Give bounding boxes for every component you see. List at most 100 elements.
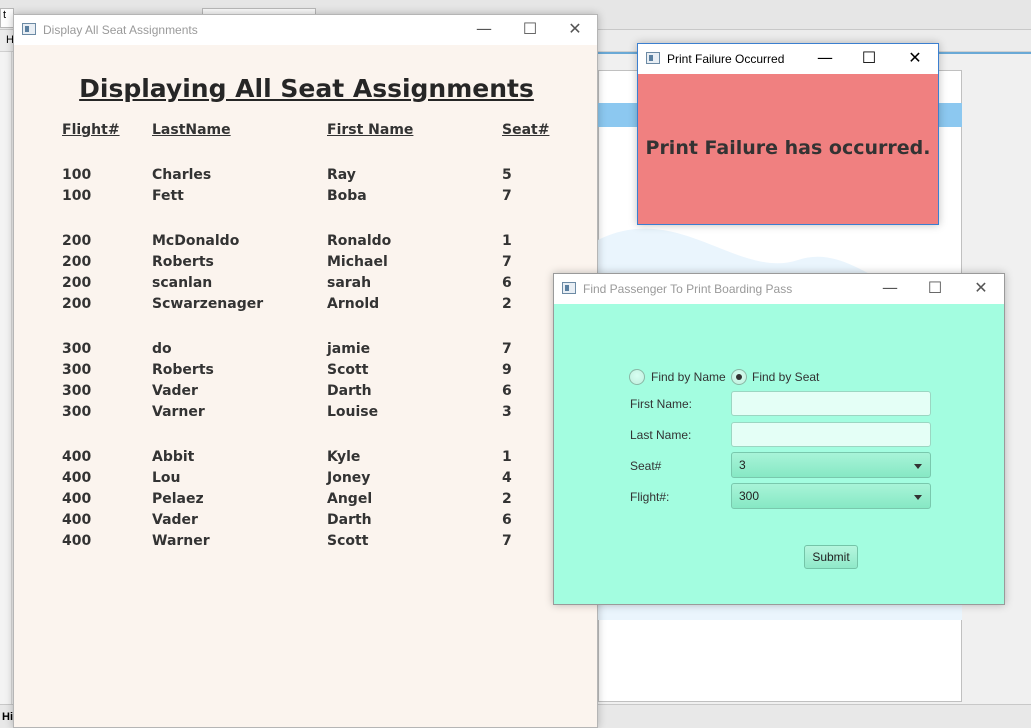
title-bar[interactable]: Print Failure Occurred — ☐ ✕ [638,44,938,74]
cell-first: Arnold [327,296,380,312]
cell-flight: 400 [62,533,92,549]
seat-assignments-window: Display All Seat Assignments — ☐ ✕ Displ… [13,14,598,728]
column-header-flight: Flight# [62,122,120,138]
app-icon [562,282,576,294]
cell-last: Roberts [152,254,214,270]
column-header-last-name: LastName [152,122,231,138]
background-tab-label: t [3,9,7,21]
cell-flight: 200 [62,275,92,291]
cell-last: Fett [152,188,184,204]
find-by-seat-radio[interactable] [731,369,747,385]
seat-label: Seat# [630,459,662,473]
cell-flight: 300 [62,383,92,399]
cell-last: McDonaldo [152,233,240,249]
cell-flight: 200 [62,296,92,312]
seat-select[interactable]: 3 [731,452,931,478]
last-name-field[interactable] [731,422,931,447]
first-name-label: First Name: [630,397,693,411]
dropdown-arrow-icon [914,495,922,500]
title-bar[interactable]: Find Passenger To Print Boarding Pass — … [554,274,1004,304]
error-message: Print Failure has occurred. [645,137,931,159]
cell-flight: 200 [62,254,92,270]
app-icon [22,23,36,35]
column-header-first-name: First Name [327,122,414,138]
print-failure-window: Print Failure Occurred — ☐ ✕ Print Failu… [637,43,939,225]
seat-assignments-content: Displaying All Seat Assignments Flight# … [14,45,597,727]
find-passenger-window: Find Passenger To Print Boarding Pass — … [553,273,1005,605]
cell-flight: 400 [62,470,92,486]
close-button[interactable]: ✕ [958,274,1004,304]
find-by-seat-label[interactable]: Find by Seat [752,370,819,384]
maximize-button[interactable]: ☐ [846,44,892,74]
find-by-name-label[interactable]: Find by Name [651,370,726,384]
cell-flight: 400 [62,512,92,528]
cell-last: Vader [152,383,198,399]
submit-button[interactable]: Submit [804,545,858,569]
cell-first: Darth [327,512,372,528]
cell-flight: 300 [62,404,92,420]
background-side-panel [0,52,12,708]
cell-seat: 1 [502,233,512,249]
cell-first: sarah [327,275,372,291]
cell-first: Ray [327,167,356,183]
cell-first: Boba [327,188,367,204]
cell-first: Ronaldo [327,233,392,249]
cell-last: Charles [152,167,212,183]
cell-last: Lou [152,470,181,486]
cell-seat: 4 [502,470,512,486]
cell-seat: 7 [502,341,512,357]
cell-first: jamie [327,341,371,357]
cell-first: Kyle [327,449,361,465]
close-button[interactable]: ✕ [892,44,938,74]
window-title: Print Failure Occurred [667,52,785,66]
cell-flight: 100 [62,188,92,204]
cell-last: Scwarzenager [152,296,264,312]
last-name-label: Last Name: [630,428,692,442]
flight-select[interactable]: 300 [731,483,931,509]
seat-select-value: 3 [739,458,746,472]
cell-last: do [152,341,172,357]
title-bar[interactable]: Display All Seat Assignments — ☐ ✕ [14,15,597,45]
cell-seat: 6 [502,512,512,528]
minimize-button[interactable]: — [867,274,913,304]
app-icon [646,52,660,64]
find-passenger-form: Find by Name Find by Seat First Name: La… [554,304,1004,604]
cell-last: Vader [152,512,198,528]
cell-first: Louise [327,404,379,420]
close-button[interactable]: ✕ [552,15,598,45]
cell-flight: 400 [62,491,92,507]
cell-flight: 300 [62,362,92,378]
minimize-button[interactable]: — [461,15,507,45]
cell-seat: 9 [502,362,512,378]
cell-first: Scott [327,362,369,378]
cell-seat: 7 [502,188,512,204]
window-title: Display All Seat Assignments [43,23,198,37]
minimize-button[interactable]: — [802,44,848,74]
cell-last: Warner [152,533,210,549]
print-failure-content: Print Failure has occurred. [638,74,938,224]
cell-seat: 1 [502,449,512,465]
cell-first: Joney [327,470,371,486]
window-title: Find Passenger To Print Boarding Pass [583,282,793,296]
cell-seat: 7 [502,533,512,549]
dropdown-arrow-icon [914,464,922,469]
cell-seat: 3 [502,404,512,420]
first-name-field[interactable] [731,391,931,416]
page-title: Displaying All Seat Assignments [79,74,534,103]
cell-seat: 6 [502,275,512,291]
cell-first: Scott [327,533,369,549]
maximize-button[interactable]: ☐ [912,274,958,304]
cell-flight: 300 [62,341,92,357]
cell-last: Abbit [152,449,195,465]
flight-label: Flight#: [630,490,670,504]
cell-first: Michael [327,254,388,270]
maximize-button[interactable]: ☐ [507,15,553,45]
cell-first: Darth [327,383,372,399]
cell-seat: 2 [502,296,512,312]
cell-seat: 7 [502,254,512,270]
background-tab[interactable]: t [0,8,14,28]
cell-flight: 200 [62,233,92,249]
flight-select-value: 300 [739,489,760,503]
find-by-name-radio[interactable] [629,369,645,385]
cell-seat: 2 [502,491,512,507]
